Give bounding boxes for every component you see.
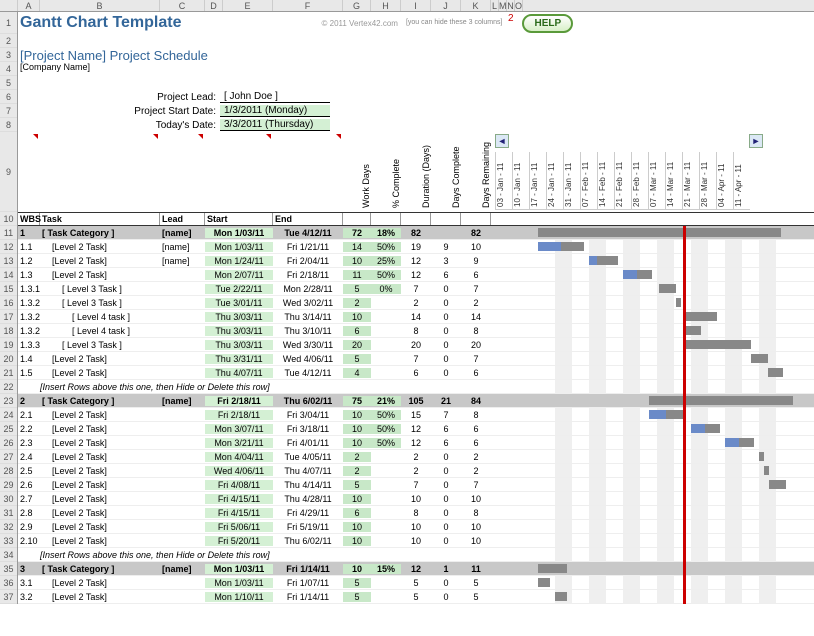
- task-header: Task: [40, 213, 160, 225]
- table-row[interactable]: 2.6[Level 2 Task]Fri 4/08/11Thu 4/14/115…: [18, 478, 814, 492]
- start-header: Start: [205, 213, 273, 225]
- days-remaining-header: Days Remaining: [461, 132, 491, 212]
- table-row[interactable]: 1.1[Level 2 Task][name]Mon 1/03/11Fri 1/…: [18, 240, 814, 254]
- table-row[interactable]: 2.8[Level 2 Task]Fri 4/15/11Fri 4/29/116…: [18, 506, 814, 520]
- wbs-header: WBS: [18, 213, 40, 225]
- pct-complete-header: % Complete: [371, 132, 401, 212]
- table-row[interactable]: 2.5[Level 2 Task]Wed 4/06/11Thu 4/07/112…: [18, 464, 814, 478]
- table-row[interactable]: 2.4[Level 2 Task]Mon 4/04/11Tue 4/05/112…: [18, 450, 814, 464]
- gantt-progress-bar: [589, 256, 597, 265]
- date-column: 21 - Mar - 11: [682, 152, 699, 210]
- date-column: 17 - Jan - 11: [529, 152, 546, 210]
- gantt-progress-bar: [691, 424, 705, 433]
- project-lead-label: Project Lead:: [18, 92, 220, 103]
- gantt-progress-bar: [538, 242, 561, 251]
- row-numbers: 1234567891011121314151617181920212223242…: [0, 12, 18, 604]
- date-column: 11 - Apr - 11: [733, 152, 750, 210]
- table-row[interactable]: 2.1[Level 2 Task]Fri 2/18/11Fri 3/04/111…: [18, 408, 814, 422]
- date-column: 21 - Feb - 11: [614, 152, 631, 210]
- table-row[interactable]: 1.2[Level 2 Task][name]Mon 1/24/11Fri 2/…: [18, 254, 814, 268]
- scroll-left-button[interactable]: ◄: [495, 134, 509, 148]
- table-row[interactable]: 2.2[Level 2 Task]Mon 3/07/11Fri 3/18/111…: [18, 422, 814, 436]
- value-two: 2: [508, 13, 514, 24]
- gantt-progress-bar: [649, 410, 667, 419]
- today-date-label: Today's Date:: [18, 120, 220, 131]
- end-header: End: [273, 213, 343, 225]
- copyright: © 2011 Vertex42.com: [322, 19, 398, 28]
- hide-columns-note: [you can hide these 3 columns]: [406, 19, 503, 27]
- date-column: 03 - Jan - 11: [495, 152, 512, 210]
- gantt-bar: [676, 298, 681, 307]
- table-row[interactable]: 1.3.2.2[ Level 4 task ]Thu 3/03/11Thu 3/…: [18, 324, 814, 338]
- date-column: 24 - Jan - 11: [546, 152, 563, 210]
- date-column: 10 - Jan - 11: [512, 152, 529, 210]
- table-row[interactable]: 2.9[Level 2 Task]Fri 5/06/11Fri 5/19/111…: [18, 520, 814, 534]
- today-date-value[interactable]: 3/3/2011 (Thursday): [220, 119, 330, 131]
- gantt-bar: [538, 228, 781, 237]
- date-column: 07 - Mar - 11: [648, 152, 665, 210]
- project-start-value[interactable]: 1/3/2011 (Monday): [220, 105, 330, 117]
- gantt-bar: [649, 396, 794, 405]
- gantt-bar: [683, 340, 751, 349]
- table-row[interactable]: 1.4[Level 2 Task]Thu 3/31/11Wed 4/06/115…: [18, 352, 814, 366]
- table-row[interactable]: 3.1[Level 2 Task]Mon 1/03/11Fri 1/07/115…: [18, 576, 814, 590]
- table-row[interactable]: 2.3[Level 2 Task]Mon 3/21/11Fri 4/01/111…: [18, 436, 814, 450]
- date-column: 28 - Mar - 11: [699, 152, 716, 210]
- gantt-progress-bar: [623, 270, 637, 279]
- duration-header: Duration (Days): [401, 132, 431, 212]
- table-row[interactable]: 1.3.2.1[ Level 4 task ]Thu 3/03/11Thu 3/…: [18, 310, 814, 324]
- gantt-bar: [764, 466, 769, 475]
- table-row[interactable]: 1.3.2[ Level 3 Task ]Tue 3/01/11Wed 3/02…: [18, 296, 814, 310]
- gantt-bar: [751, 354, 768, 363]
- gantt-bar: [555, 592, 567, 601]
- table-row[interactable]: 1.5[Level 2 Task]Thu 4/07/11Tue 4/12/114…: [18, 366, 814, 380]
- gantt-bar: [769, 480, 786, 489]
- date-column: 28 - Feb - 11: [631, 152, 648, 210]
- lead-header: Lead: [160, 213, 205, 225]
- gantt-bar: [659, 284, 676, 293]
- table-row[interactable]: 1.3[Level 2 Task]Mon 2/07/11Fri 2/18/111…: [18, 268, 814, 282]
- date-column: 07 - Feb - 11: [580, 152, 597, 210]
- gantt-bar: [683, 312, 717, 321]
- column-headers: A B C D E F G H I J K L M N O: [0, 0, 814, 12]
- table-row[interactable]: 3.2[Level 2 Task]Mon 1/10/11Fri 1/14/115…: [18, 590, 814, 604]
- date-column: 04 - Apr - 11: [716, 152, 733, 210]
- today-line: [683, 226, 686, 604]
- scroll-right-button[interactable]: ►: [749, 134, 763, 148]
- date-column: 14 - Feb - 11: [597, 152, 614, 210]
- days-complete-header: Days Complete: [431, 132, 461, 212]
- project-lead-value[interactable]: [ John Doe ]: [220, 91, 330, 103]
- gantt-progress-bar: [725, 438, 739, 447]
- table-row[interactable]: 2.7[Level 2 Task]Fri 4/15/11Thu 4/28/111…: [18, 492, 814, 506]
- table-row[interactable]: 1.3.3[ Level 3 Task ]Thu 3/03/11Wed 3/30…: [18, 338, 814, 352]
- table-row[interactable]: 2.10[Level 2 Task]Fri 5/20/11Thu 6/02/11…: [18, 534, 814, 548]
- table-header-row: WBS Task Lead Start End: [18, 212, 814, 226]
- gantt-bar: [538, 578, 550, 587]
- gantt-bar: [759, 452, 764, 461]
- project-start-label: Project Start Date:: [18, 106, 220, 117]
- work-days-header: Work Days: [343, 132, 371, 212]
- page-title: Gantt Chart Template: [20, 14, 182, 32]
- date-column: 14 - Mar - 11: [665, 152, 682, 210]
- company-name: [Company Name]: [18, 62, 814, 76]
- gantt-bar: [538, 564, 567, 573]
- date-column: 31 - Jan - 11: [563, 152, 580, 210]
- table-row[interactable]: 3[ Task Category ][name]Mon 1/03/11Fri 1…: [18, 562, 814, 576]
- table-row[interactable]: 2[ Task Category ][name]Fri 2/18/11Thu 6…: [18, 394, 814, 408]
- project-subtitle: [Project Name] Project Schedule: [18, 48, 814, 62]
- gantt-bar: [768, 368, 783, 377]
- table-row[interactable]: 1[ Task Category ][name]Mon 1/03/11Tue 4…: [18, 226, 814, 240]
- help-button[interactable]: HELP: [522, 14, 573, 33]
- table-row[interactable]: 1.3.1[ Level 3 Task ]Tue 2/22/11Mon 2/28…: [18, 282, 814, 296]
